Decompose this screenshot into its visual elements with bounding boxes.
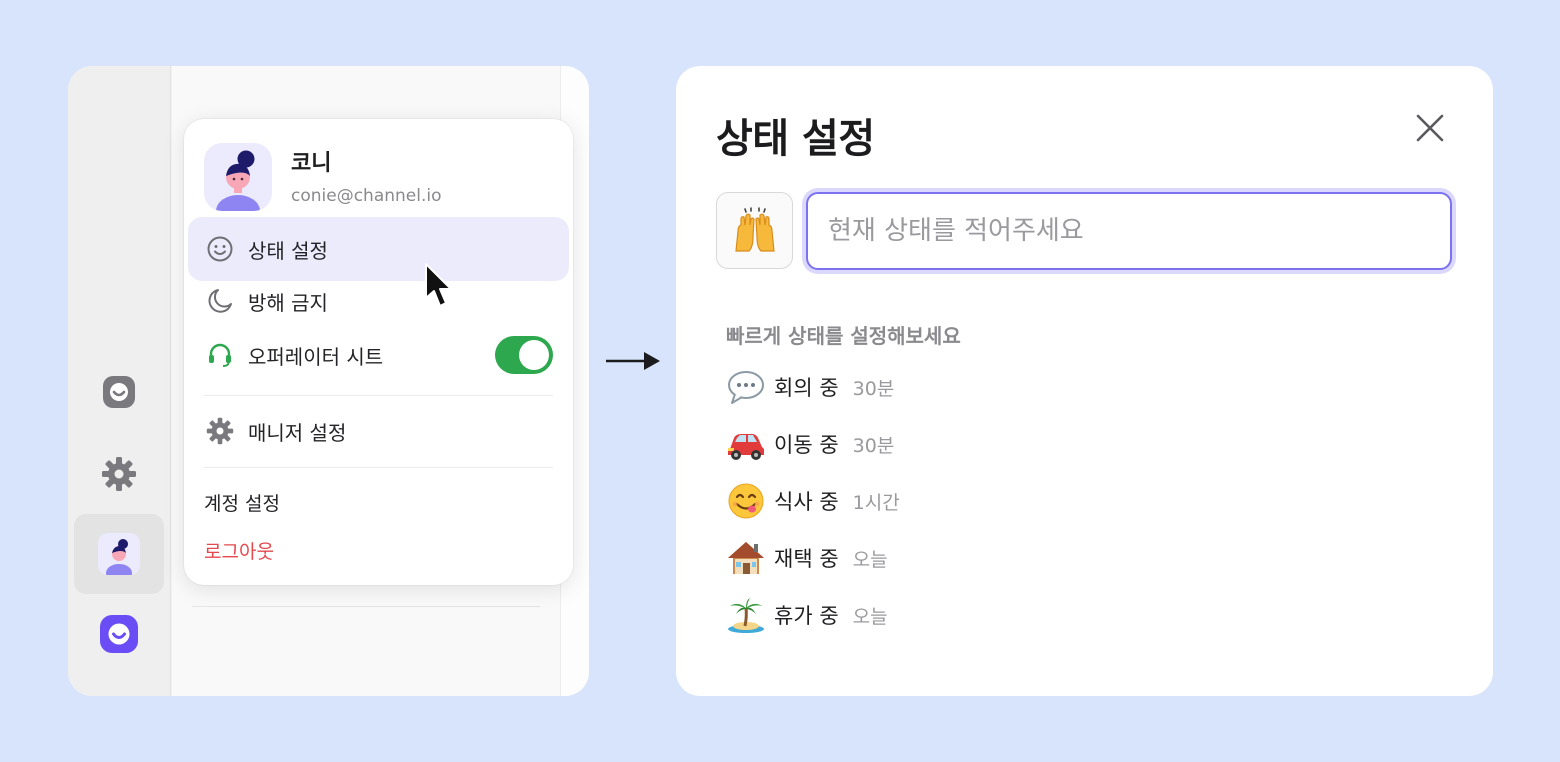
raising-hands-icon [734,206,775,252]
menu-item-manager-settings[interactable]: 매니저 설정 [188,399,569,463]
menu-item-label: 방해 금지 [248,290,328,315]
moon-icon [204,285,236,317]
smile-icon [204,233,236,265]
speech-bubble-icon [726,367,766,407]
rail-item-chat[interactable] [74,352,164,432]
quick-status-duration: 오늘 [852,548,888,571]
menu-item-label: 오퍼레이터 시트 [248,344,384,369]
quick-status-moving[interactable]: 이동 중 30분 [726,422,894,466]
menu-divider [204,467,553,468]
close-icon [1416,114,1444,142]
quick-status-duration: 1시간 [852,491,900,514]
mouse-cursor-icon [425,263,452,307]
car-icon [726,424,766,464]
channel-icon [103,376,135,408]
channel-talk-logo [100,615,138,653]
quick-status-vacation[interactable]: 휴가 중 오늘 [726,593,888,637]
profile-name: 코니 [291,151,332,176]
profile-menu: 코니 conie@channel.io 상태 설정 방해 금지 오퍼레이터 시트… [184,119,573,585]
quick-status-meeting[interactable]: 회의 중 30분 [726,365,894,409]
menu-divider [204,395,553,396]
quick-status-duration: 30분 [852,434,895,457]
gear-icon [102,457,136,491]
quick-status-label: 회의 중 [774,376,839,400]
close-button[interactable] [1408,106,1452,150]
logout-link[interactable]: 로그아웃 [204,537,274,564]
quick-status-duration: 30분 [852,377,895,400]
sidebar-rail [68,66,171,696]
house-icon [726,538,766,578]
desert-island-icon [726,595,766,635]
quick-status-label: 이동 중 [774,433,839,457]
status-setting-dialog: 상태 설정 빠르게 상태를 설정해보세요 [676,66,1493,696]
toggle-knob [519,340,549,370]
rail-item-settings[interactable] [74,434,164,514]
account-settings-link[interactable]: 계정 설정 [204,489,280,516]
quick-status-label: 휴가 중 [774,604,839,628]
quick-status-remote[interactable]: 재택 중 오늘 [726,536,888,580]
dialog-title: 상태 설정 [716,116,875,162]
profile-avatar [204,143,272,211]
avatar [216,150,260,211]
operator-sheet-toggle[interactable] [495,336,553,374]
status-text-input[interactable] [806,192,1452,270]
profile-email: conie@channel.io [291,186,442,206]
quick-status-duration: 오늘 [852,605,888,628]
gear-icon [204,415,236,447]
quick-status-eating[interactable]: 식사 중 1시간 [726,479,900,523]
quick-status-heading: 빠르게 상태를 설정해보세요 [726,324,961,348]
menu-item-label: 상태 설정 [248,238,328,263]
yum-face-icon [726,481,766,521]
menu-item-label: 매니저 설정 [248,420,347,445]
quick-status-label: 식사 중 [774,490,839,514]
quick-status-label: 재택 중 [774,547,839,571]
rail-item-profile[interactable] [74,514,164,594]
avatar [98,533,140,575]
emoji-picker-button[interactable] [716,192,793,269]
headset-icon [204,339,236,371]
right-arrow-icon [606,352,660,370]
rail-item-brand[interactable] [74,594,164,674]
content-divider [192,606,540,607]
